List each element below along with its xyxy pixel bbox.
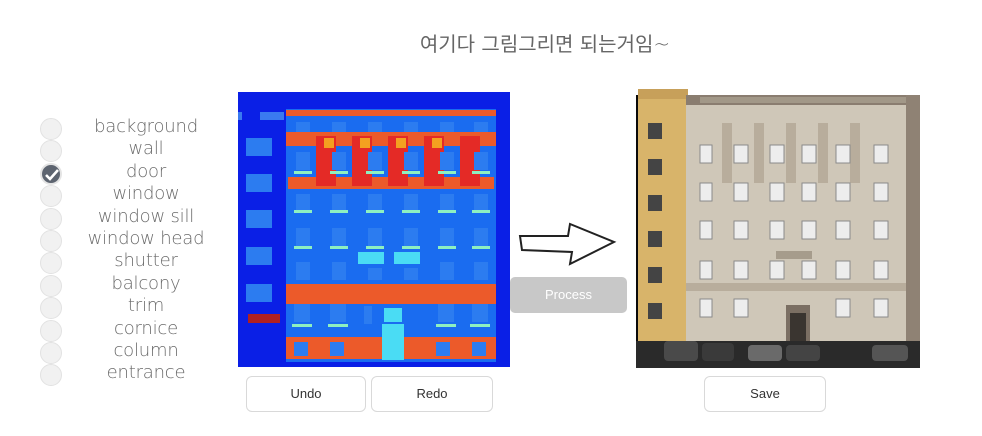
label-option-cornice[interactable]: cornice — [36, 318, 216, 342]
label-text: window head — [87, 227, 205, 249]
save-button[interactable]: Save — [704, 376, 826, 412]
undo-button[interactable]: Undo — [246, 376, 366, 412]
generated-facade-image — [636, 83, 920, 368]
arrow-right-icon — [518, 222, 617, 266]
label-text: entrance — [106, 362, 186, 384]
drawing-canvas[interactable] — [238, 92, 510, 367]
label-text: door — [125, 160, 167, 182]
label-option-entrance[interactable]: entrance — [36, 362, 216, 387]
page-title: 여기다 그림그리면 되는거임~ — [419, 32, 671, 56]
label-text: balcony — [111, 272, 181, 294]
radio-icon[interactable] — [40, 207, 62, 230]
radio-icon[interactable] — [40, 319, 62, 342]
radio-icon[interactable] — [40, 341, 62, 364]
label-text: cornice — [114, 317, 178, 339]
label-option-window[interactable]: window — [36, 183, 216, 208]
radio-icon[interactable] — [40, 364, 62, 387]
label-option-window-sill[interactable]: window sill — [36, 206, 216, 230]
radio-icon[interactable] — [40, 229, 62, 252]
radio-icon[interactable] — [40, 274, 62, 297]
checkmark-radio-icon[interactable] — [40, 162, 62, 185]
label-option-background[interactable]: background — [36, 116, 216, 140]
label-option-shutter[interactable]: shutter — [36, 250, 216, 275]
label-option-door[interactable]: door — [36, 161, 216, 185]
radio-icon[interactable] — [40, 297, 62, 320]
label-option-window-head[interactable]: window head — [36, 228, 216, 252]
label-option-wall[interactable]: wall — [36, 138, 216, 163]
radio-icon[interactable] — [40, 140, 62, 163]
radio-icon[interactable] — [40, 185, 62, 208]
redo-button[interactable]: Redo — [371, 376, 493, 412]
label-text: window sill — [97, 205, 195, 227]
label-text: trim — [127, 295, 165, 317]
label-palette: background wall door window window sill … — [36, 116, 216, 387]
label-text: shutter — [114, 250, 178, 272]
process-button[interactable]: Process — [510, 277, 627, 313]
radio-icon[interactable] — [40, 118, 62, 140]
label-text: background — [94, 116, 198, 137]
label-text: window — [112, 183, 180, 205]
label-option-trim[interactable]: trim — [36, 295, 216, 320]
label-option-column[interactable]: column — [36, 340, 216, 364]
label-option-balcony[interactable]: balcony — [36, 273, 216, 297]
label-text: wall — [128, 138, 164, 160]
label-text: column — [113, 339, 179, 361]
radio-icon[interactable] — [40, 252, 62, 275]
